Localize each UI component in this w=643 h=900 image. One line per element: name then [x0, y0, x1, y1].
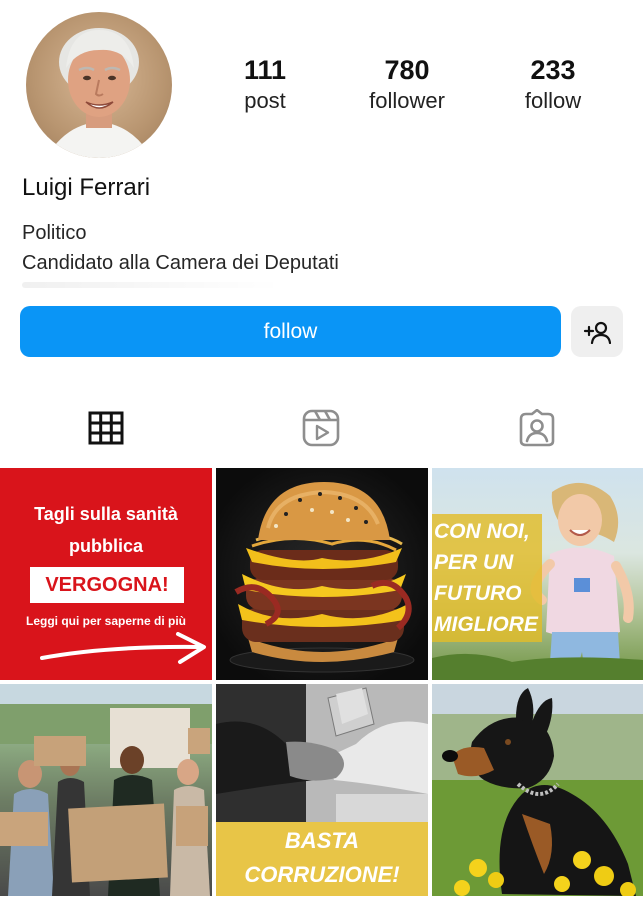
tagged-icon [519, 409, 555, 447]
stat-followers[interactable]: 780 follower [332, 54, 482, 116]
add-user-icon [583, 321, 611, 344]
profile-bio-line2: Candidato alla Camera dei Deputati [22, 252, 339, 274]
stat-following-count: 233 [530, 55, 576, 85]
post-health-badge: VERGOGNA! [30, 567, 184, 603]
post-better-future[interactable]: CON NOI, PER UN FUTURO MIGLIORE [432, 468, 643, 680]
post-health-cuts[interactable]: Tagli sulla sanità pubblica VERGOGNA! Le… [0, 468, 212, 680]
post-future-line4: MIGLIORE [434, 613, 538, 636]
post-protest[interactable] [0, 684, 212, 896]
post-health-cta: Leggi qui per saperne di più [25, 614, 187, 628]
tab-reels[interactable] [301, 408, 341, 448]
profile-bio-line1: Politico [22, 222, 87, 244]
post-health-title-line2: pubblica [68, 536, 143, 556]
post-corruption-line2: CORRUZIONE! [244, 862, 400, 887]
reels-icon [302, 409, 340, 447]
stat-following[interactable]: 233 follow [478, 54, 628, 116]
stat-posts-count: 111 [243, 55, 287, 85]
avatar-portrait [46, 28, 152, 158]
follow-button[interactable]: follow [20, 306, 561, 357]
post-future-line3: FUTURO [434, 582, 522, 605]
posts-grid: Tagli sulla sanità pubblica VERGOGNA! Le… [0, 468, 643, 900]
suggest-user-button[interactable] [571, 306, 623, 357]
post-future-text: CON NOI, PER UN FUTURO MIGLIORE [434, 516, 538, 640]
post-future-line2: PER UN [434, 551, 514, 574]
profile-stats: 111 post 780 follower 233 follow [190, 54, 643, 124]
protest-image [0, 684, 212, 896]
arrow-icon [40, 632, 206, 664]
post-corruption-line1: BASTA [284, 828, 360, 853]
dog-image [432, 684, 643, 896]
post-corruption[interactable]: BASTA CORRUZIONE! [216, 684, 428, 896]
tab-tagged[interactable] [517, 408, 557, 448]
profile-tabs [0, 408, 643, 458]
post-health-title-line1: Tagli sulla sanità [34, 504, 178, 524]
bio-fade-line [22, 282, 282, 288]
post-health-title: Tagli sulla sanità pubblica [0, 498, 212, 562]
tab-posts-grid[interactable] [86, 408, 126, 448]
stat-posts[interactable]: 111 post [190, 54, 340, 116]
stat-posts-label: post [244, 88, 286, 113]
grid-icon [88, 411, 124, 445]
stat-followers-count: 780 [384, 55, 430, 85]
post-future-line1: CON NOI, [434, 520, 530, 543]
post-burger[interactable] [216, 468, 428, 680]
burger-image [229, 482, 415, 673]
stat-followers-label: follower [369, 88, 445, 113]
post-dog[interactable] [432, 684, 643, 896]
profile-avatar[interactable] [26, 12, 172, 158]
post-corruption-text: BASTA CORRUZIONE! [216, 824, 428, 892]
handshake-image [216, 684, 428, 824]
profile-name: Luigi Ferrari [22, 174, 151, 201]
stat-following-label: follow [524, 88, 582, 113]
